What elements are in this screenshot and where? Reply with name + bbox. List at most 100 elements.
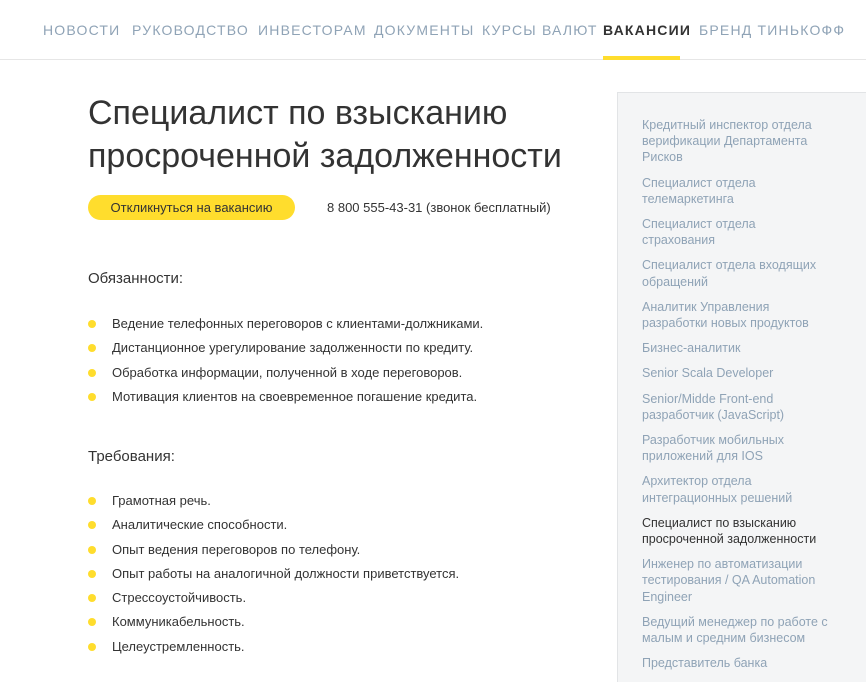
sidebar-link[interactable]: Senior Scala Developer bbox=[642, 365, 842, 381]
sidebar-link-line: просроченной задолженности bbox=[642, 532, 817, 547]
list-item-text: Ведение телефонных переговоров с клиента… bbox=[112, 316, 484, 331]
sidebar-link[interactable]: Бизнес-аналитик bbox=[642, 340, 842, 356]
sidebar-link-line: Архитектор отдела bbox=[642, 474, 752, 489]
requirements-list: Грамотная речь. Аналитические способности… bbox=[88, 489, 459, 659]
bullet-icon bbox=[88, 545, 96, 554]
page-title: Специалист по взысканию просроченной зад… bbox=[88, 94, 562, 175]
list-item-text: Дистанционное урегулирование задолженнос… bbox=[112, 340, 474, 356]
sidebar-link-line: Разработчик мобильных bbox=[642, 433, 784, 448]
sidebar-item: Архитектор отдела интеграционных решений bbox=[642, 473, 842, 505]
vacancies-sidebar: Кредитный инспектор отдела верификации Де… bbox=[617, 92, 866, 682]
duties-heading: Обязанности: bbox=[88, 270, 184, 287]
active-tab-indicator bbox=[603, 56, 680, 60]
sidebar-link-line: Engineer bbox=[642, 589, 693, 604]
sidebar-link[interactable]: Инженер по автоматизации тестирования / Q… bbox=[642, 556, 842, 605]
sidebar-link-line: Senior/Midde Front-end bbox=[642, 391, 774, 406]
phone-number: 8 800 555-43-31 (звонок бесплатный) bbox=[327, 200, 551, 215]
sidebar-item: Ведущий менеджер по работе с малым и сред… bbox=[642, 614, 842, 646]
sidebar-link-line: Рисков bbox=[642, 150, 683, 165]
sidebar-item: Специалист отдела страхования bbox=[642, 216, 842, 248]
sidebar-link[interactable]: Специалист отдела входящих обращений bbox=[642, 257, 842, 289]
list-item-text: Целеустремленность. bbox=[112, 638, 245, 654]
sidebar-link-line: приложений для IOS bbox=[642, 449, 763, 464]
list-item-text: Грамотная речь. bbox=[112, 493, 211, 508]
sidebar-link-line: Кредитный инспектор отдела bbox=[642, 118, 812, 132]
sidebar-link-line: обращений bbox=[642, 274, 708, 289]
sidebar-item: Специалист отдела телемаркетинга bbox=[642, 175, 842, 207]
top-navigation: НОВОСТИ РУКОВОДСТВО ИНВЕСТОРАМ ДОКУМЕНТЫ… bbox=[0, 0, 866, 60]
sidebar-link-current[interactable]: Специалист по взысканию просроченной задо… bbox=[642, 515, 842, 547]
sidebar-link-line: Senior Scala Developer bbox=[642, 366, 774, 381]
bullet-icon bbox=[88, 618, 96, 627]
vacancy-links: Кредитный инспектор отдела верификации Де… bbox=[642, 117, 842, 671]
list-item-text: Опыт ведения переговоров по телефону. bbox=[112, 541, 361, 557]
sidebar-item: Инженер по автоматизации тестирования / Q… bbox=[642, 556, 842, 605]
list-item-text: Коммуникабельность. bbox=[112, 614, 245, 630]
sidebar-item: Специалист отдела входящих обращений bbox=[642, 257, 842, 289]
nav-news[interactable]: НОВОСТИ bbox=[43, 22, 120, 38]
nav-investors[interactable]: ИНВЕСТОРАМ bbox=[258, 22, 367, 38]
sidebar-link-line: Специалист отдела bbox=[642, 217, 756, 232]
nav-management[interactable]: РУКОВОДСТВО bbox=[132, 22, 249, 38]
sidebar-link-line: Ведущий менеджер по работе с bbox=[642, 614, 828, 629]
list-item: Дистанционное урегулирование задолженнос… bbox=[88, 336, 483, 360]
sidebar-item: Senior/Midde Front-end разработчик (JavaS… bbox=[642, 391, 842, 423]
apply-button[interactable]: Откликнуться на вакансию bbox=[88, 195, 295, 220]
sidebar-link-line: Специалист по взысканию bbox=[642, 515, 797, 530]
requirements-heading: Требования: bbox=[88, 448, 175, 465]
nav-exchange-rates[interactable]: КУРСЫ ВАЛЮТ bbox=[482, 22, 598, 38]
sidebar-link-line: малым и средним бизнесом bbox=[642, 631, 806, 646]
bullet-icon bbox=[88, 344, 96, 353]
sidebar-link[interactable]: Senior/Midde Front-end разработчик (JavaS… bbox=[642, 391, 842, 423]
sidebar-item: Кредитный инспектор отдела верификации Де… bbox=[642, 117, 842, 166]
sidebar-item: Senior Scala Developer bbox=[642, 365, 842, 381]
list-item: Ведение телефонных переговоров с клиента… bbox=[88, 312, 483, 336]
list-item: Целеустремленность. bbox=[88, 635, 459, 659]
sidebar-link[interactable]: Разработчик мобильных приложений для IOS bbox=[642, 432, 842, 464]
bullet-icon bbox=[88, 320, 96, 328]
sidebar-link[interactable]: Архитектор отдела интеграционных решений bbox=[642, 473, 842, 505]
sidebar-link-line: страхования bbox=[642, 233, 716, 248]
list-item-text: Мотивация клиентов на своевременное пога… bbox=[112, 388, 478, 404]
bullet-icon bbox=[88, 392, 96, 401]
list-item-text: Опыт работы на аналогичной должности при… bbox=[112, 565, 460, 581]
sidebar-link-line: Инженер по автоматизации bbox=[642, 557, 803, 572]
nav-brand[interactable]: БРЕНД ТИНЬКОФФ bbox=[699, 22, 845, 38]
bullet-icon bbox=[88, 521, 96, 530]
sidebar-link-line: Представитель банка bbox=[642, 656, 768, 671]
sidebar-link[interactable]: Ведущий менеджер по работе с малым и сред… bbox=[642, 614, 842, 646]
sidebar-link[interactable]: Специалист отдела страхования bbox=[642, 216, 842, 248]
list-item-text: Аналитические способности. bbox=[112, 517, 288, 533]
list-item: Обработка информации, полученной в ходе … bbox=[88, 361, 483, 385]
sidebar-item: Аналитик Управления разработки новых прод… bbox=[642, 299, 842, 331]
sidebar-link-line: Бизнес-аналитик bbox=[642, 341, 741, 356]
sidebar-link[interactable]: Аналитик Управления разработки новых прод… bbox=[642, 299, 842, 331]
sidebar-item: Бизнес-аналитик bbox=[642, 340, 842, 356]
sidebar-link-line: Специалист отдела bbox=[642, 175, 756, 190]
nav-vacancies[interactable]: ВАКАНСИИ bbox=[603, 22, 691, 38]
sidebar-link-line: разработки новых продуктов bbox=[642, 316, 809, 331]
sidebar-link-line: Специалист отдела входящих bbox=[642, 258, 817, 273]
list-item: Опыт работы на аналогичной должности при… bbox=[88, 562, 459, 586]
bullet-icon bbox=[88, 594, 96, 603]
sidebar-link-line: верификации Департамента bbox=[642, 134, 808, 149]
sidebar-link-line: телемаркетинга bbox=[642, 191, 734, 206]
sidebar-item: Специалист по взысканию просроченной задо… bbox=[642, 515, 842, 547]
list-item: Аналитические способности. bbox=[88, 513, 459, 537]
sidebar-link[interactable]: Кредитный инспектор отдела верификации Де… bbox=[642, 117, 842, 166]
sidebar-link-line: тестирования / QA Automation bbox=[642, 573, 816, 588]
bullet-icon bbox=[88, 497, 96, 505]
nav-documents[interactable]: ДОКУМЕНТЫ bbox=[374, 22, 474, 38]
list-item: Грамотная речь. bbox=[88, 489, 459, 513]
bullet-icon bbox=[88, 368, 96, 377]
sidebar-link-line: разработчик (JavaScript) bbox=[642, 407, 785, 422]
sidebar-link-line: Аналитик Управления bbox=[642, 299, 770, 314]
sidebar-link[interactable]: Представитель банка bbox=[642, 655, 842, 671]
sidebar-item: Разработчик мобильных приложений для IOS bbox=[642, 432, 842, 464]
sidebar-item: Представитель банка bbox=[642, 655, 842, 671]
list-item-text: Обработка информации, полученной в ходе … bbox=[112, 364, 463, 380]
list-item: Коммуникабельность. bbox=[88, 610, 459, 634]
duties-list: Ведение телефонных переговоров с клиента… bbox=[88, 312, 483, 409]
list-item: Мотивация клиентов на своевременное пога… bbox=[88, 385, 483, 409]
sidebar-link[interactable]: Специалист отдела телемаркетинга bbox=[642, 175, 842, 207]
